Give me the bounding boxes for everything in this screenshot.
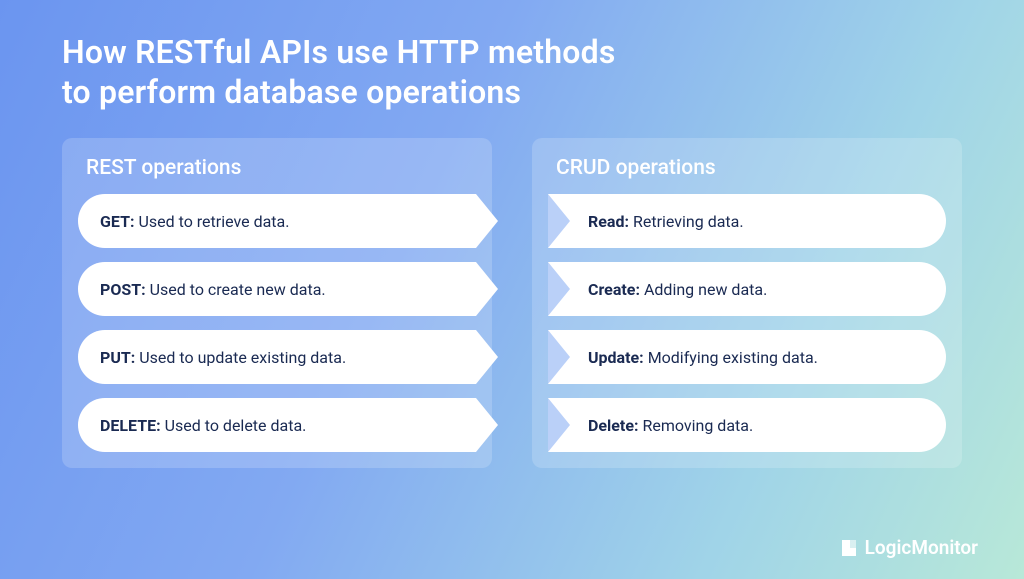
rest-desc: Used to delete data.	[165, 416, 307, 435]
brand-name: LogicMonitor	[865, 536, 978, 559]
crud-desc: Removing data.	[642, 416, 753, 435]
rest-rows: GET: Used to retrieve data. POST: Used t…	[78, 194, 476, 452]
term-separator: :	[130, 212, 135, 231]
rest-term: DELETE	[100, 416, 156, 435]
rest-row-get: GET: Used to retrieve data.	[78, 194, 476, 248]
term-separator: :	[156, 416, 161, 435]
term-separator: :	[634, 416, 639, 435]
crud-row-read: Read: Retrieving data.	[548, 194, 946, 248]
term-separator: :	[624, 212, 629, 231]
crud-term: Create	[588, 280, 635, 299]
crud-term: Delete	[588, 416, 634, 435]
rest-row-post: POST: Used to create new data.	[78, 262, 476, 316]
crud-desc: Adding new data.	[644, 280, 767, 299]
crud-term: Read	[588, 212, 624, 231]
crud-row-update: Update: Modifying existing data.	[548, 330, 946, 384]
rest-column-header: REST operations	[78, 152, 476, 194]
term-separator: :	[639, 348, 644, 367]
crud-rows: Read: Retrieving data. Create: Adding ne…	[548, 194, 946, 452]
page-title: How RESTful APIs use HTTP methods to per…	[0, 0, 1024, 112]
logicmonitor-icon	[839, 538, 859, 558]
term-separator: :	[141, 280, 146, 299]
crud-term: Update	[588, 348, 639, 367]
rest-desc: Used to retrieve data.	[139, 212, 290, 231]
crud-desc: Retrieving data.	[633, 212, 744, 231]
rest-term: GET	[100, 212, 130, 231]
columns-container: REST operations GET: Used to retrieve da…	[0, 112, 1024, 468]
rest-term: POST	[100, 280, 141, 299]
title-line-1: How RESTful APIs use HTTP methods	[62, 32, 1024, 72]
crud-row-create: Create: Adding new data.	[548, 262, 946, 316]
crud-column-header: CRUD operations	[548, 152, 946, 194]
brand-logo: LogicMonitor	[839, 536, 978, 559]
crud-desc: Modifying existing data.	[648, 348, 818, 367]
term-separator: :	[635, 280, 640, 299]
term-separator: :	[131, 348, 136, 367]
rest-row-put: PUT: Used to update existing data.	[78, 330, 476, 384]
rest-row-delete: DELETE: Used to delete data.	[78, 398, 476, 452]
rest-desc: Used to update existing data.	[139, 348, 346, 367]
rest-desc: Used to create new data.	[150, 280, 326, 299]
crud-column: CRUD operations Read: Retrieving data. C…	[532, 138, 962, 468]
title-line-2: to perform database operations	[62, 72, 1024, 112]
rest-column: REST operations GET: Used to retrieve da…	[62, 138, 492, 468]
crud-row-delete: Delete: Removing data.	[548, 398, 946, 452]
rest-term: PUT	[100, 348, 131, 367]
